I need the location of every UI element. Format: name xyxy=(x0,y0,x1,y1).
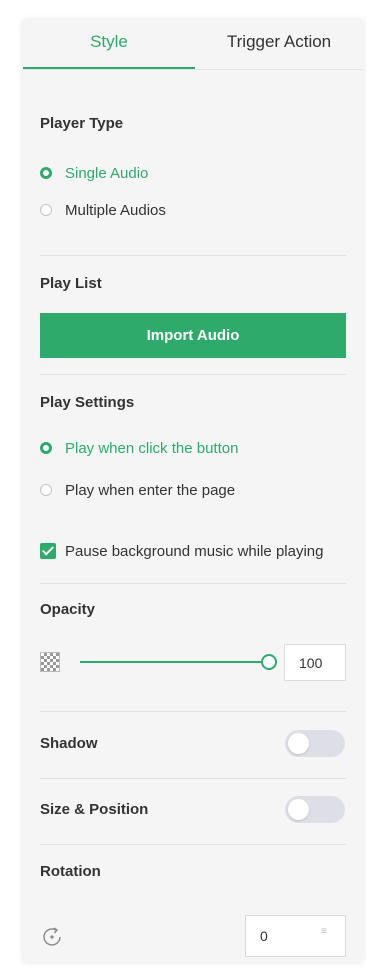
divider xyxy=(40,711,346,712)
size-position-title: Size & Position xyxy=(40,801,149,818)
radio-selected-icon xyxy=(40,442,52,454)
checkbox-label: Pause background music while playing xyxy=(65,542,324,560)
pause-bg-music-checkbox[interactable]: Pause background music while playing xyxy=(40,540,323,562)
stepper-icon[interactable]: ≡ xyxy=(321,926,327,937)
opacity-title: Opacity xyxy=(40,601,96,618)
toggle-knob xyxy=(288,799,309,820)
radio-unselected-icon xyxy=(40,204,52,216)
checkerboard-icon xyxy=(40,652,60,672)
divider xyxy=(40,255,346,256)
radio-unselected-icon xyxy=(40,484,52,496)
play-settings-title: Play Settings xyxy=(40,394,135,411)
toggle-knob xyxy=(288,733,309,754)
divider xyxy=(40,778,346,779)
style-panel: Style Trigger Action Player Type Single … xyxy=(23,20,363,962)
radio-label: Multiple Audios xyxy=(65,201,166,219)
shadow-toggle[interactable] xyxy=(285,730,345,757)
checkmark-icon xyxy=(40,543,56,559)
shadow-title: Shadow xyxy=(40,735,98,752)
radio-play-on-click[interactable]: Play when click the button xyxy=(40,437,238,459)
opacity-slider-handle[interactable] xyxy=(261,654,277,670)
tab-trigger-action[interactable]: Trigger Action xyxy=(195,20,363,68)
radio-selected-icon xyxy=(40,167,52,179)
radio-label: Play when enter the page xyxy=(65,481,236,499)
opacity-slider-track[interactable] xyxy=(80,661,263,663)
tab-divider xyxy=(23,69,363,70)
play-list-title: Play List xyxy=(40,275,102,292)
player-type-title: Player Type xyxy=(40,115,124,132)
radio-multiple-audios[interactable]: Multiple Audios xyxy=(40,199,166,221)
radio-single-audio[interactable]: Single Audio xyxy=(40,162,148,184)
radio-label: Single Audio xyxy=(65,164,149,182)
tab-bar: Style Trigger Action xyxy=(23,20,363,70)
divider xyxy=(40,583,346,584)
opacity-input[interactable] xyxy=(284,644,346,681)
tab-style[interactable]: Style xyxy=(23,20,195,68)
radio-play-on-enter[interactable]: Play when enter the page xyxy=(40,479,235,501)
radio-label: Play when click the button xyxy=(65,439,239,457)
divider xyxy=(40,374,346,375)
rotation-title: Rotation xyxy=(40,863,101,880)
import-audio-button[interactable]: Import Audio xyxy=(40,313,346,358)
rotation-input[interactable] xyxy=(245,915,346,957)
divider xyxy=(40,844,346,845)
rotate-icon[interactable] xyxy=(40,925,64,949)
size-position-toggle[interactable] xyxy=(285,796,345,823)
